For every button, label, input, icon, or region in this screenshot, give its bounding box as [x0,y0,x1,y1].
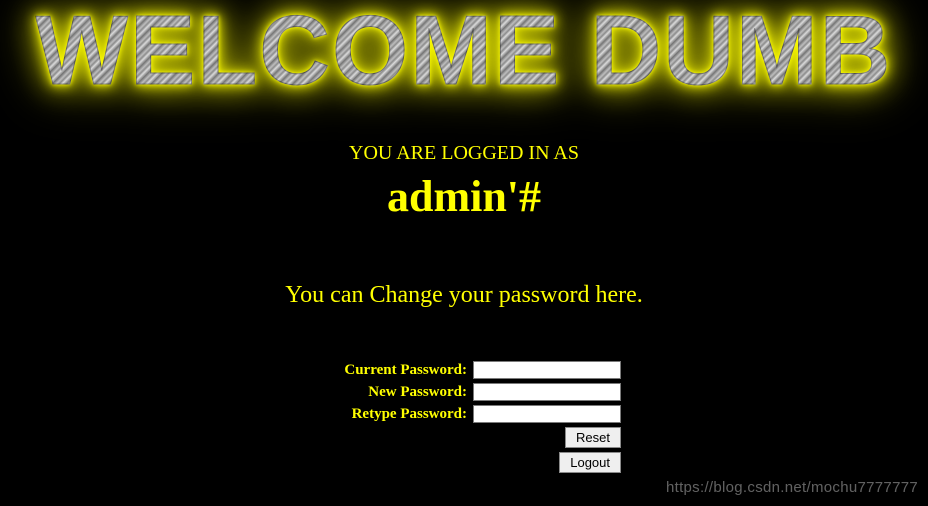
current-password-row: Current Password: [307,361,621,379]
new-password-row: New Password: [307,383,621,401]
logged-in-username: admin'# [0,171,928,222]
new-password-input[interactable] [473,383,621,401]
retype-password-label: Retype Password: [352,406,467,423]
banner-title: WELCOME DUMB [36,1,893,99]
logout-button[interactable]: Logout [559,452,621,473]
change-password-message: You can Change your password here. [0,282,928,309]
banner: WELCOME DUMB [0,0,928,100]
retype-password-row: Retype Password: [307,405,621,423]
reset-button[interactable]: Reset [565,427,621,448]
password-form: Current Password: New Password: Retype P… [307,361,621,473]
main-content: YOU ARE LOGGED IN AS admin'# You can Cha… [0,142,928,309]
current-password-input[interactable] [473,361,621,379]
retype-password-input[interactable] [473,405,621,423]
current-password-label: Current Password: [344,362,467,379]
new-password-label: New Password: [368,384,467,401]
source-watermark: https://blog.csdn.net/mochu7777777 [666,479,918,496]
logged-in-as-label: YOU ARE LOGGED IN AS [0,142,928,165]
